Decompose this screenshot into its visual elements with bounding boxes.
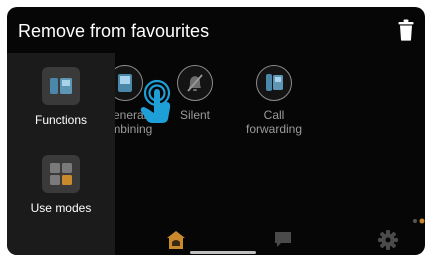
side-item-label: Functions bbox=[34, 113, 88, 127]
functions-icon bbox=[42, 67, 80, 105]
side-item-functions[interactable]: Functions bbox=[7, 67, 115, 127]
page-indicator bbox=[413, 218, 425, 224]
home-icon[interactable] bbox=[166, 230, 186, 250]
call-forwarding-icon bbox=[256, 65, 292, 101]
bottom-nav bbox=[115, 225, 425, 255]
side-item-use-modes[interactable]: Use modes bbox=[7, 155, 115, 215]
device-screen: Remove from favourites General combining bbox=[7, 7, 425, 255]
trash-icon[interactable] bbox=[398, 19, 414, 41]
tap-pointer-icon bbox=[140, 79, 171, 123]
page-title: Remove from favourites bbox=[18, 21, 210, 41]
chat-icon[interactable] bbox=[274, 231, 292, 249]
side-panel: Functions Use modes bbox=[7, 53, 115, 255]
home-indicator[interactable] bbox=[190, 251, 256, 254]
settings-gear-icon[interactable] bbox=[378, 230, 398, 250]
side-item-label: Use modes bbox=[30, 201, 92, 215]
favourite-item-call-forwarding[interactable]: Call forwarding bbox=[234, 65, 314, 136]
header: Remove from favourites bbox=[7, 7, 425, 53]
favourite-label: Call forwarding bbox=[245, 108, 303, 136]
bell-muted-icon bbox=[177, 65, 213, 101]
use-modes-icon bbox=[42, 155, 80, 193]
